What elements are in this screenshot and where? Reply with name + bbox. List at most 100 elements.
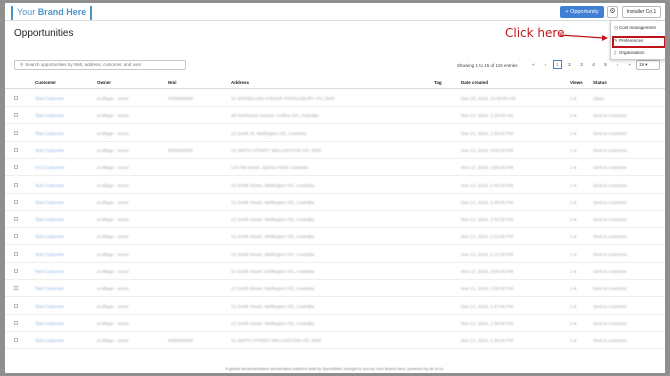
column-header-status[interactable]: Status: [593, 80, 607, 85]
brand-logo[interactable]: Your Brand Here: [11, 6, 93, 20]
cell-views: 1 ●: [570, 338, 577, 344]
cell-owner: a.village - xxxxx: [97, 269, 129, 274]
cell-date: Nov 12, 2024, 2:58:00 PM: [461, 165, 514, 171]
cell-status: Sent to customer: [593, 269, 628, 274]
cell-owner: a.village - xxxxx: [97, 303, 129, 309]
annotation-arrow: [560, 34, 608, 41]
search-input[interactable]: ⚲ Search opportunities by NMI, address, c…: [14, 60, 186, 70]
column-header-date-created[interactable]: Date created: [461, 80, 488, 85]
row-checkbox[interactable]: [14, 217, 18, 222]
cell-customer[interactable]: XYZ Customer: [35, 165, 65, 170]
cell-status: Sent to customer: [593, 199, 628, 205]
table-row[interactable]: Test Customer a.village - xxxxx 12 Smith S…: [5, 228, 665, 246]
cell-address: 12 Smith Street, Wellington VIC, Austral…: [231, 251, 314, 257]
installer-account-button[interactable]: Installer Co.1: [622, 6, 661, 18]
cell-owner: a.village - xxxxx: [97, 286, 129, 292]
table-row[interactable]: Test Customer a.village - xxxxx 48 Rainfor…: [5, 107, 665, 125]
table-row[interactable]: Test Customer a.village - xxxxx 12 Smith S…: [5, 246, 665, 263]
cell-customer[interactable]: Test Customer: [35, 113, 64, 118]
column-header-tag[interactable]: Tag: [434, 80, 442, 85]
cell-customer[interactable]: Test Customer: [35, 304, 64, 309]
row-checkbox[interactable]: [14, 303, 18, 308]
cell-status: Sent to customer: [593, 251, 628, 257]
pagination-page-1[interactable]: 1: [553, 60, 562, 69]
cell-date: Nov 12, 2024, 1:30:00 PM: [461, 338, 514, 344]
table-row[interactable]: Test Customer a.village - xxxxx 0000000000…: [5, 90, 665, 107]
new-opportunity-button[interactable]: + Opportunity: [560, 6, 604, 18]
table-row[interactable]: Test Customer a.village - xxxxx 0000000000…: [5, 142, 665, 159]
cell-customer[interactable]: Test Customer: [35, 321, 64, 326]
cell-customer[interactable]: Test Customer: [35, 338, 64, 343]
table-row[interactable]: Test Customer a.village - xxxxx 12 Smith S…: [5, 194, 665, 211]
table-row[interactable]: Test Customer a.village - xxxxx 12 Smith S…: [5, 280, 665, 298]
table-row[interactable]: Test Customer a.village - xxxxx 12 Smith S…: [5, 177, 665, 194]
row-checkbox[interactable]: [14, 147, 18, 152]
table-row[interactable]: Test Customer a.village - xxxxx 12 Smith S…: [5, 125, 665, 142]
cell-date: Nov 15, 2024, 12:00:00 AM: [461, 96, 516, 101]
cell-views: 1 ●: [570, 96, 577, 101]
pagination-last[interactable]: »: [625, 60, 634, 69]
column-header-owner[interactable]: Owner: [97, 80, 111, 85]
column-header-address[interactable]: Address: [231, 80, 249, 85]
per-page-value: 15: [639, 62, 645, 67]
table-row[interactable]: Test Customer a.village - xxxxx 12 Smith S…: [5, 263, 665, 280]
cell-customer[interactable]: Test Customer: [35, 286, 64, 291]
pagination-first[interactable]: «: [529, 60, 538, 69]
cell-views: 1 ●: [570, 182, 577, 188]
row-checkbox[interactable]: [14, 165, 18, 170]
pagination-page-3[interactable]: 3: [577, 60, 586, 69]
row-checkbox[interactable]: [14, 130, 18, 135]
column-header-customer[interactable]: Customer: [35, 80, 56, 85]
cell-customer[interactable]: Test Customer: [35, 183, 64, 188]
menu-item-organisation[interactable]: ▯ Organisation: [614, 50, 645, 55]
row-checkbox[interactable]: [14, 251, 18, 256]
cell-customer[interactable]: Test Customer: [35, 252, 64, 257]
row-checkbox[interactable]: [14, 182, 18, 187]
cell-address: 48 Rainforest Avenue, Collins VIC, Austr…: [231, 113, 319, 119]
cell-date: Nov 12, 2024, 1:55:00 PM: [461, 286, 514, 292]
cell-address: 12 Smith Street, Wellington VIC, Austral…: [231, 234, 314, 240]
search-placeholder: Search opportunities by NMI, address, cu…: [25, 62, 142, 67]
cell-owner: a.village - xxxxx: [97, 113, 129, 119]
table-row[interactable]: XYZ Customer a.village - xxxxx 133 Pitt St…: [5, 159, 665, 177]
pagination-page-5[interactable]: 5: [601, 60, 610, 69]
row-checkbox[interactable]: [14, 113, 18, 118]
cell-customer[interactable]: Test Customer: [35, 269, 64, 274]
cell-customer[interactable]: Test Customer: [35, 148, 64, 153]
row-checkbox[interactable]: [14, 269, 18, 273]
cell-views: 1 ●: [570, 113, 577, 119]
cell-status: Open: [593, 96, 605, 101]
row-checkbox[interactable]: [14, 234, 18, 239]
menu-item-cost-management[interactable]: ◷Cost management: [614, 25, 657, 30]
cell-customer[interactable]: Test Customer: [35, 234, 64, 239]
table-row[interactable]: Test Customer a.village - xxxxx 12 Smith S…: [5, 211, 665, 229]
table-row[interactable]: Test Customer a.village - xxxxx 12 Smith S…: [5, 315, 665, 332]
cell-views: 1 ●: [570, 199, 577, 205]
cell-customer[interactable]: Test Customer: [35, 217, 64, 222]
row-checkbox[interactable]: [14, 320, 18, 325]
row-checkbox[interactable]: [14, 96, 18, 100]
row-checkbox[interactable]: [14, 199, 18, 204]
pagination-next[interactable]: ›: [613, 60, 622, 69]
table-row[interactable]: Test Customer a.village - xxxxx 12 Smith S…: [5, 298, 665, 315]
pagination-page-2[interactable]: 2: [565, 60, 574, 69]
per-page-select[interactable]: 15 ▾: [636, 60, 660, 70]
settings-button[interactable]: ⚙: [607, 6, 618, 18]
cell-status: Sent to customer: [593, 217, 628, 223]
cell-customer[interactable]: Test Customer: [35, 131, 64, 136]
pagination-page-4[interactable]: 4: [589, 60, 598, 69]
cell-views: 1 ●: [570, 269, 577, 274]
footer-text: A global decarbonisation acceleration pl…: [225, 366, 445, 371]
row-checkbox[interactable]: [14, 286, 18, 291]
brand-name: Brand Here: [37, 7, 87, 17]
column-header-views[interactable]: Views: [570, 80, 583, 85]
cell-customer[interactable]: Test Customer: [35, 96, 64, 101]
row-checkbox[interactable]: [14, 338, 18, 343]
highlight-box: [612, 36, 665, 48]
pagination-prev[interactable]: ‹: [541, 60, 550, 69]
table-row[interactable]: Test Customer a.village - xxxxx 0000000000…: [5, 332, 665, 350]
cell-customer[interactable]: Test Customer: [35, 200, 64, 205]
cell-owner: a.village - xxxxx: [97, 130, 129, 136]
column-header-nmi[interactable]: Nmi: [168, 80, 177, 85]
cell-address: 12 Smith Street, Wellington VIC, Austral…: [231, 320, 314, 326]
